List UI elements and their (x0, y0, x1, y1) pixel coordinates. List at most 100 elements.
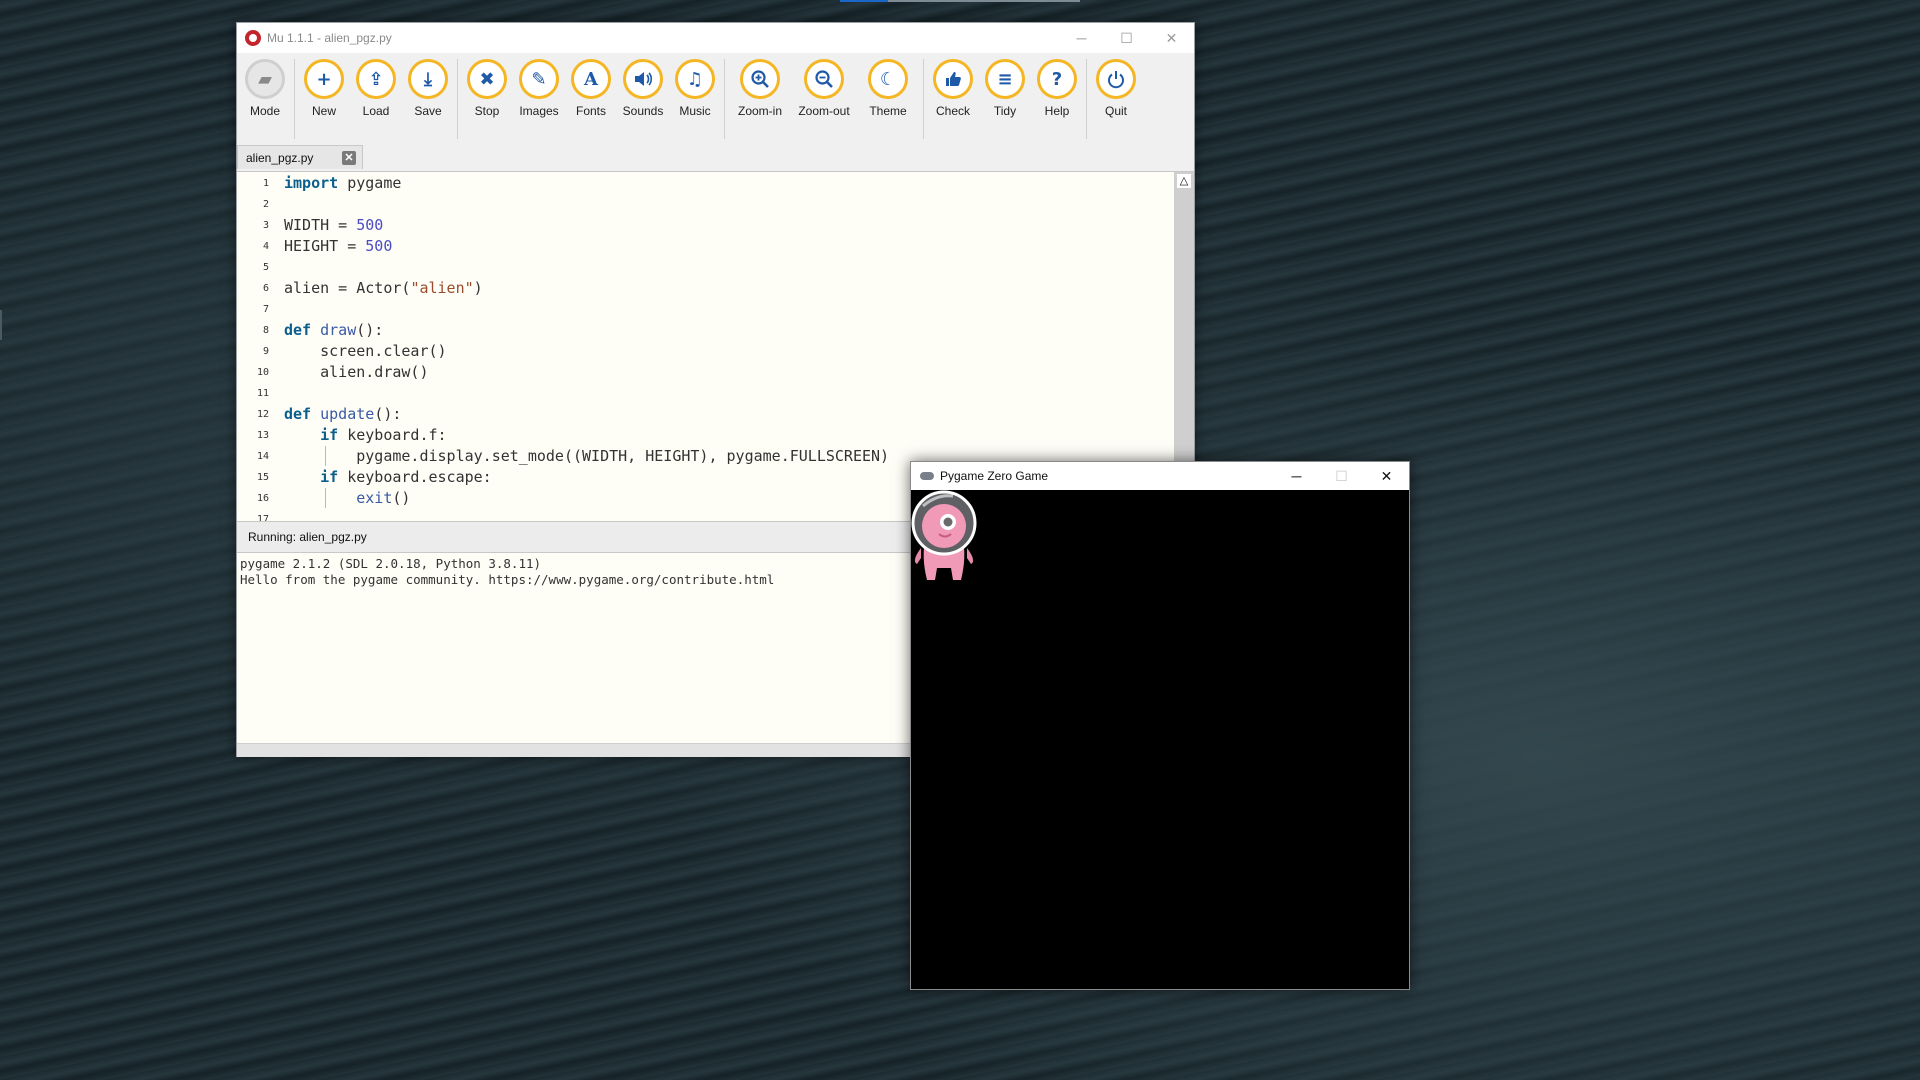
line-number: 7 (262, 304, 269, 315)
code-line: import pygame (284, 174, 402, 192)
images-label: Images (519, 104, 559, 118)
thumbs-up-icon (933, 59, 973, 99)
save-button[interactable]: ⤓ Save (402, 59, 454, 118)
pygame-minimize-button[interactable]: ─ (1274, 462, 1319, 490)
line-number: 15 (256, 472, 269, 483)
pygame-close-button[interactable]: ✕ (1364, 462, 1409, 490)
line-number: 2 (262, 199, 269, 210)
upload-icon: ⇪ (356, 59, 396, 99)
code-line: exit() (356, 489, 411, 507)
toolbar-separator (457, 59, 458, 139)
question-icon: ? (1037, 59, 1077, 99)
tidy-label: Tidy (993, 104, 1017, 118)
pygame-window-title: Pygame Zero Game (940, 469, 1049, 483)
code-line: alien.draw() (284, 363, 429, 381)
line-number: 3 (262, 220, 269, 231)
code-line: def draw(): (284, 321, 384, 339)
speaker-icon (623, 59, 663, 99)
load-label: Load (362, 104, 390, 118)
line-number: 14 (256, 451, 269, 462)
mu-minimize-button[interactable]: ─ (1059, 23, 1104, 53)
close-x-icon: ✖ (467, 59, 507, 99)
mu-toolbar: ▰ Mode + New ⇪ Load ⤓ Save ✖ Stop ✎ Imag… (237, 53, 1194, 145)
code-line: alien = Actor("alien") (284, 279, 483, 297)
tab-close-icon[interactable]: ✕ (342, 150, 356, 165)
help-button[interactable]: ? Help (1031, 59, 1083, 118)
mu-logo-icon (245, 30, 261, 46)
game-canvas[interactable] (911, 490, 1409, 989)
line-number: 12 (256, 409, 269, 420)
quit-button[interactable]: Quit (1090, 59, 1142, 118)
code-line: screen.clear() (284, 342, 447, 360)
music-label: Music (679, 104, 711, 118)
code-line: HEIGHT = 500 (284, 237, 393, 255)
line-number: 1 (262, 178, 269, 189)
line-number-gutter: 1 2 3 4 5 6 7 8 9 10 11 12 13 14 15 16 1… (237, 172, 271, 522)
indent-guide (325, 446, 326, 466)
pygame-maximize-button: ☐ (1335, 467, 1348, 484)
power-icon (1096, 59, 1136, 99)
theme-button[interactable]: ☾ Theme (856, 59, 920, 118)
toolbar-separator (923, 59, 924, 139)
indent-guide (325, 488, 326, 508)
line-number: 16 (256, 493, 269, 504)
line-number: 13 (256, 430, 269, 441)
line-number: 5 (262, 262, 269, 273)
images-button[interactable]: ✎ Images (513, 59, 565, 118)
quit-label: Quit (1104, 104, 1127, 118)
code-line: WIDTH = 500 (284, 216, 384, 234)
stop-button[interactable]: ✖ Stop (461, 59, 513, 118)
save-label: Save (414, 104, 442, 118)
mu-window-controls: ─ ☐ ✕ (1059, 23, 1194, 53)
pygame-window-controls: ─ ☐ ✕ (1274, 462, 1409, 490)
zoom-in-icon (740, 59, 780, 99)
taskbar-edge (840, 0, 1080, 2)
load-button[interactable]: ⇪ Load (350, 59, 402, 118)
line-number: 8 (262, 325, 269, 336)
download-icon: ⤓ (408, 59, 448, 99)
gamepad-icon (920, 472, 934, 480)
line-number: 4 (262, 241, 269, 252)
code-line: def update(): (284, 405, 402, 423)
mu-maximize-button[interactable]: ☐ (1104, 23, 1149, 53)
mu-window-title: Mu 1.1.1 - alien_pgz.py (267, 31, 392, 45)
sounds-button[interactable]: Sounds (617, 59, 669, 118)
zoom-in-label: Zoom-in (737, 104, 782, 118)
scroll-up-icon[interactable]: △ (1177, 174, 1191, 188)
moon-icon: ☾ (868, 59, 908, 99)
mu-close-button[interactable]: ✕ (1149, 23, 1194, 53)
tab-label: alien_pgz.py (246, 150, 314, 165)
music-button[interactable]: ♫ Music (669, 59, 721, 118)
line-number: 6 (262, 283, 269, 294)
mode-icon: ▰ (245, 59, 285, 99)
run-status-text: Running: alien_pgz.py (248, 530, 367, 544)
zoom-in-button[interactable]: Zoom-in (728, 59, 792, 118)
mode-label: Mode (249, 104, 281, 118)
brush-icon: ✎ (519, 59, 559, 99)
alien-sprite (911, 490, 977, 580)
code-line: pygame.display.set_mode((WIDTH, HEIGHT),… (284, 447, 890, 465)
lines-icon: ≡ (985, 59, 1025, 99)
tab-alien-pgz[interactable]: alien_pgz.py ✕ (237, 145, 363, 169)
new-button[interactable]: + New (298, 59, 350, 118)
music-note-icon: ♫ (675, 59, 715, 99)
line-number: 10 (256, 367, 269, 378)
line-number: 11 (256, 388, 269, 399)
zoom-out-icon (804, 59, 844, 99)
mode-button[interactable]: ▰ Mode (239, 59, 291, 118)
pygame-titlebar[interactable]: Pygame Zero Game ─ ☐ ✕ (911, 462, 1409, 490)
new-label: New (311, 104, 336, 118)
editor-tab-bar: alien_pgz.py ✕ (237, 145, 1194, 169)
toolbar-separator (724, 59, 725, 139)
code-line: if keyboard.f: (320, 426, 447, 444)
zoom-out-button[interactable]: Zoom-out (792, 59, 856, 118)
sounds-label: Sounds (622, 104, 664, 118)
check-button[interactable]: Check (927, 59, 979, 118)
tidy-button[interactable]: ≡ Tidy (979, 59, 1031, 118)
plus-icon: + (304, 59, 344, 99)
fonts-button[interactable]: A Fonts (565, 59, 617, 118)
taskbar-active-indicator (840, 0, 888, 2)
theme-label: Theme (869, 104, 907, 118)
stop-label: Stop (474, 104, 500, 118)
mu-titlebar[interactable]: Mu 1.1.1 - alien_pgz.py ─ ☐ ✕ (237, 23, 1194, 53)
